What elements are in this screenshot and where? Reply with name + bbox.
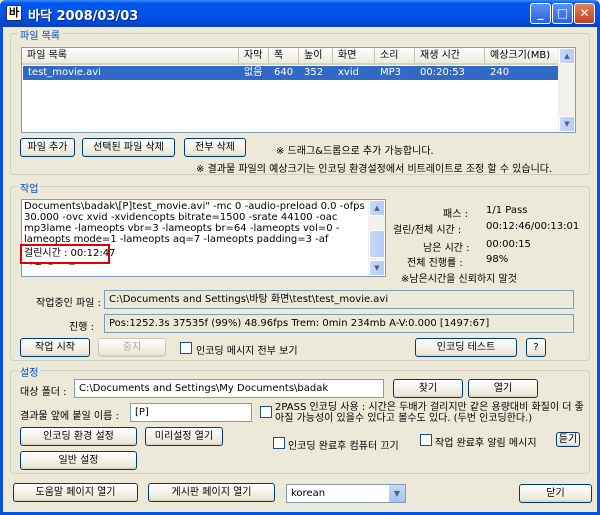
settings-legend: 설정	[18, 364, 41, 379]
column-header-est-size[interactable]: 예상크기(MB)	[485, 48, 560, 65]
notify-label: 작업 완료후 알림 메시지	[435, 438, 537, 449]
close-window-button[interactable]: ✕	[574, 3, 595, 24]
chevron-down-icon[interactable]: ▼	[388, 485, 405, 502]
file-list-legend: 파일 목록	[18, 27, 62, 42]
file-cell-height: 352	[304, 67, 324, 78]
column-header-duration[interactable]: 재생 시간	[415, 48, 485, 65]
log-scroll-down-arrow-icon[interactable]: ▼	[369, 260, 385, 276]
app-icon: 바	[6, 5, 22, 21]
file-cell-duration: 00:20:53	[420, 67, 465, 78]
start-job-button[interactable]: 작업 시작	[20, 338, 90, 357]
show-all-messages-label: 인코딩 메시지 전부 보기	[196, 346, 298, 357]
delete-all-button[interactable]: 전부 삭제	[184, 138, 246, 157]
find-folder-button[interactable]: 찾기	[393, 379, 463, 398]
listen-button[interactable]: 듣기	[556, 432, 580, 447]
language-value: korean	[291, 488, 326, 499]
column-header-width[interactable]: 폭	[269, 48, 299, 65]
show-all-messages-checkbox[interactable]	[180, 342, 192, 354]
column-header-height[interactable]: 높이	[299, 48, 333, 65]
column-header-audio[interactable]: 소리	[375, 48, 415, 65]
stop-button[interactable]: 중지	[98, 338, 166, 357]
stat-time-label: 걸린/전체 시간 :	[393, 225, 462, 236]
column-header-subtitle[interactable]: 자막	[239, 48, 269, 65]
file-cell-video: xvid	[338, 67, 359, 78]
log-scroll-thumb[interactable]	[369, 230, 385, 258]
file-row[interactable]: test_movie.avi 없음 640 352 xvid MP3 00:20…	[23, 66, 560, 80]
scroll-up-arrow-icon[interactable]: ▲	[559, 48, 575, 64]
file-cell-audio: MP3	[380, 67, 402, 78]
minimize-button[interactable]: _	[530, 3, 551, 24]
file-cell-est-size: 240	[490, 67, 510, 78]
encoding-log[interactable]: Documents\badak\[P]test_movie.avi" -mc 0…	[21, 199, 386, 277]
stat-time-value: 00:12:46/00:13:01	[486, 221, 580, 232]
main-window: 바 바닥 2008/03/03 _ □ ✕ 파일 목록 파일 목록 자막 폭 높…	[0, 0, 600, 515]
file-cell-subtitle: 없음	[244, 67, 263, 78]
elapsed-time-highlight: 걸린시간 : 00:12:47	[20, 244, 115, 264]
stat-progress-value: 98%	[486, 254, 509, 265]
shutdown-label: 인코딩 완료후 컴퓨터 끄기	[288, 441, 399, 452]
progress-label: 진행 :	[69, 322, 94, 333]
dragdrop-hint: ※ 드래그&드롭으로 추가 가능합니다.	[276, 146, 434, 157]
file-list-scrollbar[interactable]: ▲ ▼	[558, 48, 575, 132]
file-list-view[interactable]: 파일 목록 자막 폭 높이 화면 소리 재생 시간 예상크기(MB) test_…	[21, 47, 576, 133]
shutdown-checkbox[interactable]	[273, 437, 285, 449]
remaining-time-note: ※남은시간을 신뢰하지 말것	[401, 274, 517, 285]
board-page-button[interactable]: 게시판 페이지 열기	[148, 483, 275, 502]
add-file-button[interactable]: 파일 추가	[20, 138, 75, 157]
language-select[interactable]: korean ▼	[286, 484, 406, 503]
job-legend: 작업	[18, 180, 41, 195]
general-settings-button[interactable]: 일반 설정	[20, 451, 137, 470]
size-hint: ※ 결과물 파일의 예상크기는 인코딩 환경설정에서 비트레이트로 조정 할 수…	[196, 164, 553, 175]
progress-field[interactable]: Pos:1252.3s 37535f (99%) 48.96fps Trem: …	[104, 314, 574, 333]
current-file-label: 작업중인 파일 :	[36, 298, 101, 309]
encoding-test-button[interactable]: 인코딩 테스트	[415, 338, 517, 357]
stat-pass-label: 패스 :	[443, 209, 468, 220]
title-bar[interactable]: 바 바닥 2008/03/03 _ □ ✕	[0, 0, 600, 27]
help-button[interactable]: ?	[526, 338, 546, 357]
notify-checkbox[interactable]	[420, 434, 432, 446]
stat-remaining-label: 남은 시간 :	[423, 243, 470, 254]
file-list-header: 파일 목록 자막 폭 높이 화면 소리 재생 시간 예상크기(MB)	[22, 48, 575, 65]
prefix-label: 결과물 앞에 붙일 이름 :	[20, 411, 119, 422]
file-cell-name: test_movie.avi	[28, 67, 101, 78]
delete-selected-button[interactable]: 선택된 파일 삭제	[82, 138, 175, 157]
current-file-field[interactable]: C:\Documents and Settings\바탕 화면\test\tes…	[104, 290, 574, 309]
stat-pass-value: 1/1 Pass	[486, 205, 528, 216]
close-button[interactable]: 닫기	[519, 484, 592, 503]
preset-open-button[interactable]: 미리설정 열기	[145, 427, 223, 446]
target-folder-label: 대상 폴더 :	[20, 387, 67, 398]
column-header-video[interactable]: 화면	[333, 48, 375, 65]
window-title: 바닥 2008/03/03	[28, 9, 139, 24]
file-cell-width: 640	[274, 67, 294, 78]
twopass-checkbox[interactable]	[260, 406, 272, 418]
stat-progress-label: 전체 진행률 :	[407, 258, 463, 269]
log-scroll-up-arrow-icon[interactable]: ▲	[369, 200, 385, 216]
help-page-button[interactable]: 도움말 페이지 열기	[13, 483, 138, 502]
open-folder-button[interactable]: 열기	[468, 379, 538, 398]
twopass-label: 2PASS 인코딩 사용 : 시간은 두배가 걸리지만 같은 용량대비 화질이 …	[275, 402, 584, 424]
target-folder-input[interactable]: C:\Documents and Settings\My Documents\b…	[74, 379, 384, 398]
maximize-button[interactable]: □	[552, 3, 573, 24]
scroll-down-arrow-icon[interactable]: ▼	[559, 116, 575, 132]
stat-remaining-value: 00:00:15	[486, 239, 531, 250]
encoding-settings-button[interactable]: 인코딩 환경 설정	[20, 427, 137, 446]
prefix-input[interactable]: [P]	[130, 403, 252, 422]
log-scrollbar[interactable]: ▲ ▼	[368, 200, 385, 276]
column-header-name[interactable]: 파일 목록	[22, 48, 239, 65]
